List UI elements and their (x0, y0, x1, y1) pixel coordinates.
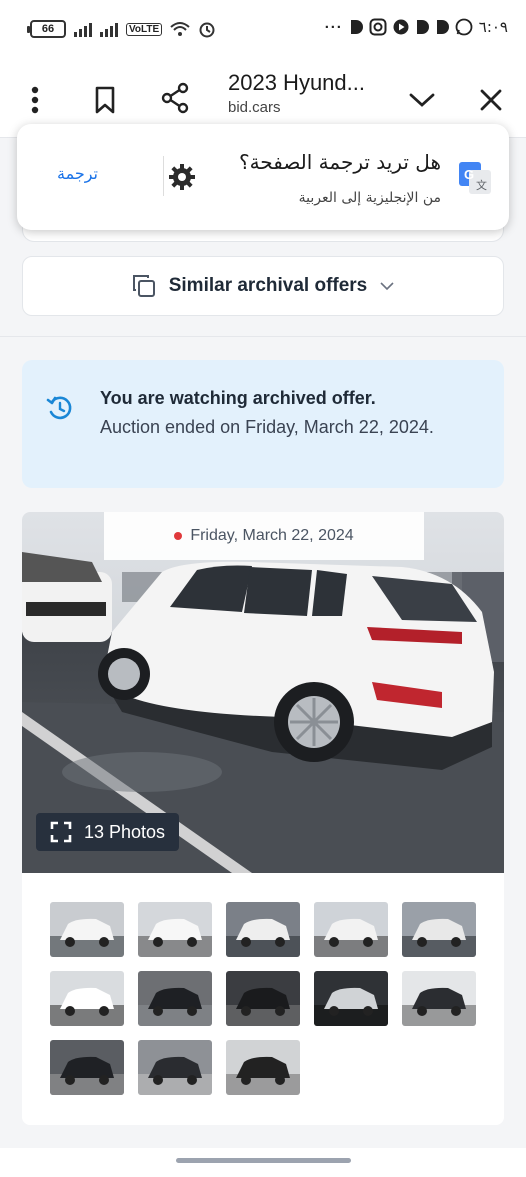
page-content: Similar archival offers You are watching… (0, 138, 526, 1148)
gallery-thumbnail[interactable] (50, 902, 124, 957)
main-car-photo[interactable]: Friday, March 22, 2024 13 Photos (22, 512, 504, 873)
play-icon (393, 19, 409, 35)
gallery-thumbnail[interactable] (402, 902, 476, 957)
history-icon (46, 396, 72, 420)
translate-question: هل تريد ترجمة الصفحة؟ (238, 150, 441, 174)
gallery-thumbnail[interactable] (226, 902, 300, 957)
translate-popup: ترجمة هل تريد ترجمة الصفحة؟ من الإنجليزي… (17, 124, 509, 230)
instagram-icon (369, 18, 387, 36)
gallery-thumbnail[interactable] (50, 971, 124, 1026)
gallery-thumbnail[interactable] (402, 971, 476, 1026)
similar-archival-offers-button[interactable]: Similar archival offers (22, 256, 504, 316)
photos-count-label: 13 Photos (84, 821, 166, 842)
google-translate-icon: G 文 (459, 162, 491, 194)
page-url: bid.cars (228, 99, 281, 116)
gallery-thumbnail[interactable] (226, 1040, 300, 1095)
app-icon-3 (436, 20, 449, 34)
signal-icon-2 (100, 21, 118, 37)
system-nav-bar (0, 1148, 526, 1177)
divider (0, 336, 526, 337)
gallery-thumbnail[interactable] (138, 1040, 212, 1095)
translate-button[interactable]: ترجمة (57, 164, 98, 183)
divider (163, 156, 164, 196)
auction-date-badge: Friday, March 22, 2024 (104, 512, 424, 560)
clock: ٦:٠٩ (478, 18, 508, 36)
svg-text:G: G (464, 167, 474, 182)
settings-gear-icon[interactable] (167, 162, 197, 192)
alarm-icon (199, 22, 215, 38)
share-icon[interactable] (158, 78, 192, 118)
whatsapp-icon (455, 18, 473, 36)
gallery-thumbnail[interactable] (138, 902, 212, 957)
auction-date: Friday, March 22, 2024 (190, 527, 354, 544)
menu-dots-icon[interactable] (24, 80, 46, 120)
svg-text:文: 文 (476, 178, 487, 192)
fullscreen-icon (50, 821, 72, 843)
gallery-thumbnail[interactable] (50, 1040, 124, 1095)
wifi-icon (170, 22, 190, 36)
archived-title: You are watching archived offer. (100, 388, 376, 408)
bookmark-icon[interactable] (90, 80, 120, 120)
home-gesture-handle[interactable] (176, 1158, 351, 1163)
app-icon (350, 20, 363, 34)
translate-languages: من الإنجليزية إلى العربية (298, 190, 441, 206)
archived-body: Auction ended on Friday, March 22, 2024. (100, 417, 434, 437)
close-icon[interactable] (474, 82, 508, 118)
gallery-thumbnail[interactable] (314, 971, 388, 1026)
chevron-down-icon[interactable] (404, 82, 440, 118)
status-bar: 66 VoLTE ··· ٦:٠٩ (0, 0, 526, 62)
gallery-thumbnail[interactable] (314, 902, 388, 957)
battery-icon: 66 (27, 20, 66, 38)
app-icon-2 (416, 20, 429, 34)
copy-icon (132, 275, 155, 297)
volte-icon: VoLTE (126, 22, 163, 36)
battery-level: 66 (41, 23, 55, 35)
chevron-down-icon (380, 282, 394, 291)
status-dot (174, 532, 183, 540)
gallery-thumbnail[interactable] (138, 971, 212, 1026)
gallery-card: Friday, March 22, 2024 13 Photos (22, 512, 504, 1125)
gallery-thumbnail[interactable] (226, 971, 300, 1026)
more-dots-icon: ··· (324, 18, 343, 36)
archived-notice: You are watching archived offer. Auction… (22, 360, 504, 488)
signal-icon (74, 21, 92, 37)
photos-count-button[interactable]: 13 Photos (36, 813, 180, 851)
page-title: 2023 Hyund... (228, 70, 365, 95)
similar-label: Similar archival offers (168, 275, 368, 296)
